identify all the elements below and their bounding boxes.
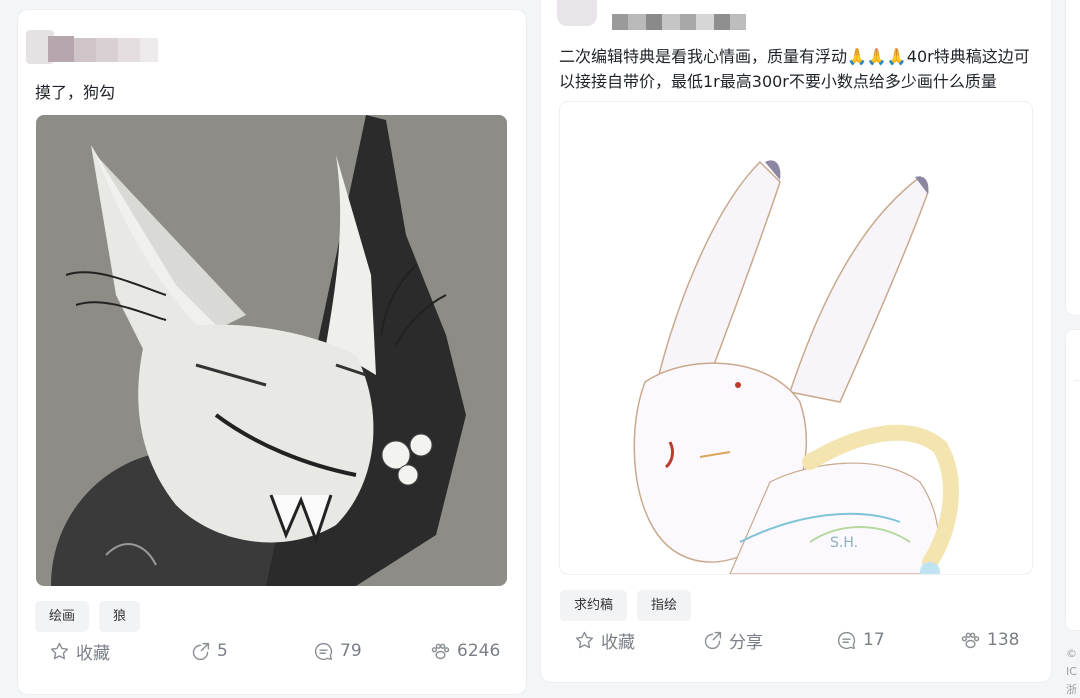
paw-icon — [961, 632, 980, 648]
artist-watermark: S.H. — [830, 535, 858, 551]
post-card: 二次编辑特典是看我心情画，质量有浮动🙏🙏🙏40r特典稿这边可以接接自带价，最低1… — [541, 0, 1051, 682]
tag[interactable]: 求约稿 — [560, 590, 628, 621]
paw-icon — [431, 643, 450, 659]
sidebar-panel — [1066, 330, 1080, 630]
comment-count: 17 — [863, 630, 885, 650]
comment-button[interactable]: 17 — [836, 630, 885, 651]
post-image[interactable]: S.H. — [560, 102, 1032, 574]
comment-count: 79 — [340, 641, 362, 661]
favorite-label: 收藏 — [601, 632, 635, 653]
footer-copyright: © — [1066, 647, 1077, 660]
share-icon — [192, 642, 210, 660]
post-text: 摸了，狗勾 — [35, 83, 116, 102]
author-info-blurred[interactable] — [26, 22, 158, 66]
share-button[interactable]: 分享 — [702, 628, 763, 653]
like-count: 6246 — [457, 641, 501, 661]
tag-list: 绘画 狼 — [35, 601, 141, 632]
post-text: 二次编辑特典是看我心情画，质量有浮动🙏🙏🙏40r特典稿这边可以接接自带价，最低1… — [559, 47, 1030, 91]
tag-list: 求约稿 指绘 — [560, 590, 692, 621]
like-button[interactable]: 138 — [960, 630, 1019, 651]
share-label: 分享 — [729, 632, 763, 653]
post-card: 摸了，狗勾 绘画 狼 收藏 5 79 6246 — [18, 10, 526, 694]
like-count: 138 — [987, 630, 1020, 650]
divider — [1074, 380, 1080, 381]
favorite-button[interactable]: 收藏 — [574, 628, 635, 653]
star-icon — [575, 631, 594, 648]
tag[interactable]: 狼 — [99, 601, 141, 632]
wolf-illustration-icon — [51, 115, 466, 586]
rabbit-illustration-icon: S.H. — [633, 160, 959, 574]
tag[interactable]: 指绘 — [637, 590, 692, 621]
sidebar-panel — [1066, 0, 1080, 315]
share-button[interactable]: 5 — [190, 641, 228, 662]
share-icon — [704, 631, 722, 649]
footer-icp: IC — [1066, 665, 1077, 678]
tag[interactable]: 绘画 — [35, 601, 90, 632]
share-count: 5 — [217, 641, 228, 661]
comment-icon — [314, 642, 333, 660]
like-button[interactable]: 6246 — [430, 641, 500, 662]
favorite-label: 收藏 — [76, 643, 110, 664]
favorite-button[interactable]: 收藏 — [49, 639, 110, 664]
comment-button[interactable]: 79 — [313, 641, 362, 662]
comment-icon — [837, 631, 856, 649]
author-info-blurred[interactable] — [557, 0, 757, 30]
post-image[interactable] — [36, 115, 507, 586]
star-icon — [50, 642, 69, 659]
